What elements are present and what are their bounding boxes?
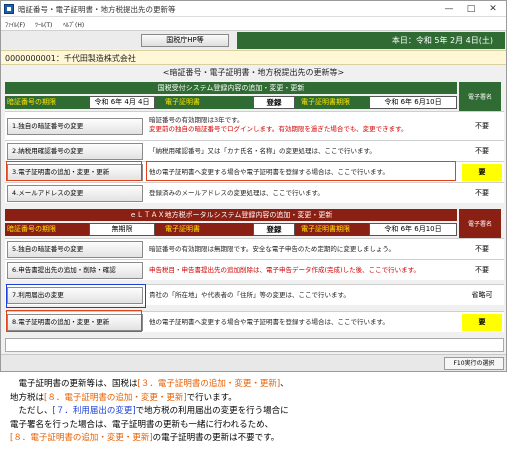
local-pin-value: 無期限 <box>89 223 155 236</box>
row-4-sign: 不要 <box>475 189 489 197</box>
row-7-sign: 省略可 <box>471 291 493 299</box>
local-cert-status: 登録 <box>253 223 295 236</box>
national-row-3: 3.電子証明書の追加・変更・更新 他の電子証明書へ変更する場合や電子証明書を登録… <box>5 161 504 182</box>
local-row-8: 8.電子証明書の追加・変更・更新 他の電子証明書へ変更する場合や電子証明書を登録… <box>5 311 504 332</box>
window-controls: — □ ✕ <box>438 2 504 16</box>
company-bar: 0000000001：千代田製造株式会社 <box>1 50 506 65</box>
row-5-description: 暗証番号の有効期限は無期限です。安全な電子申告のため定期的に変更しましょう。 <box>149 245 395 253</box>
menu-file[interactable]: ﾌｧｲﾙ(F) <box>5 20 25 29</box>
title-bar: 暗証番号・電子証明書・地方税提出先の更新等 — □ ✕ <box>1 1 506 17</box>
local-row-6: 6.申告書提出先の追加・削除・確認 申告税目・申告書提出先の追加削除は、電子申告… <box>5 259 504 280</box>
row-6-sign: 不要 <box>475 266 489 274</box>
local-sign-header: 電子署名 <box>459 209 501 238</box>
national-cert-period-label: 電子証明書期限 <box>301 98 350 106</box>
status-bar: F10実行の選択 <box>1 354 506 371</box>
change-local-pin-button[interactable]: 5.独自の暗証番号の変更 <box>7 241 143 258</box>
nta-hp-button[interactable]: 国税庁HP等 <box>141 34 229 47</box>
row-8-sign: 要 <box>462 314 502 331</box>
command-input[interactable] <box>5 338 504 352</box>
app-icon <box>4 4 14 14</box>
row-8-description: 他の電子証明書へ変更する場合や電子証明書を登録する場合は、ここで行います。 <box>149 318 389 326</box>
close-icon[interactable]: ✕ <box>482 2 504 16</box>
change-tax-id-button[interactable]: 2.納税用確認番号の変更 <box>7 143 143 160</box>
submission-destination-button[interactable]: 6.申告書提出先の追加・削除・確認 <box>7 262 143 279</box>
application-window: 暗証番号・電子証明書・地方税提出先の更新等 — □ ✕ ﾌｧｲﾙ(F) ﾂｰﾙ(… <box>0 0 507 372</box>
explanation-notes: 電子証明書の更新等は、国税は[３．電子証明書の追加・変更・更新]、 地方税は[８… <box>10 379 289 443</box>
change-own-pin-button[interactable]: 1.独自の暗証番号の変更 <box>7 118 143 135</box>
row-1-sign: 不要 <box>475 122 489 130</box>
row-3-sign: 要 <box>462 164 502 181</box>
menu-tools[interactable]: ﾂｰﾙ(T) <box>35 20 52 29</box>
national-cert-status: 登録 <box>253 96 295 109</box>
row-1-description: 暗証番号の有効期限は3年です。 変更前の独自の暗証番号でログインします。有効期限… <box>149 116 408 133</box>
local-cert-period-label: 電子証明書期限 <box>301 225 350 233</box>
local-row-5: 5.独自の暗証番号の変更 暗証番号の有効期限は無期限です。安全な電子申告のため定… <box>5 238 504 259</box>
f10-select-button[interactable]: F10実行の選択 <box>444 357 504 370</box>
national-period-row: 暗証番号の期限 令和 6年 4月 4日 電子証明書 登録 電子証明書期限 令和 … <box>5 96 457 109</box>
menu-bar: ﾌｧｲﾙ(F) ﾂｰﾙ(T) ﾍﾙﾌﾟ(H) <box>1 17 506 31</box>
national-cert-period-value: 令和 6年 6月10日 <box>369 96 457 109</box>
national-pin-label: 暗証番号の期限 <box>7 98 56 106</box>
local-cert-update-button[interactable]: 8.電子証明書の追加・変更・更新 <box>7 314 143 331</box>
local-period-row: 暗証番号の期限 無期限 電子証明書 登録 電子証明書期限 令和 6年 6月10日 <box>5 223 457 236</box>
row-6-description: 申告税目・申告書提出先の追加削除は、電子申告データ作成(完成)した後、ここで行い… <box>149 266 420 274</box>
change-email-button[interactable]: 4.メールアドレスの変更 <box>7 185 143 202</box>
row-3-description: 他の電子証明書へ変更する場合や電子証明書を登録する場合は、ここで行います。 <box>149 168 389 176</box>
today-date: 本日：令和 5年 2月 4日(土) <box>237 32 505 49</box>
minimize-icon[interactable]: — <box>438 2 460 16</box>
row-5-sign: 不要 <box>475 245 489 253</box>
national-pin-value: 令和 6年 4月 4日 <box>89 96 155 109</box>
row-2-sign: 不要 <box>475 147 489 155</box>
change-usage-notification-button[interactable]: 7.利用届出の変更 <box>7 287 143 304</box>
menu-help[interactable]: ﾍﾙﾌﾟ(H) <box>63 20 84 29</box>
local-cert-label: 電子証明書 <box>165 225 200 233</box>
maximize-icon[interactable]: □ <box>460 2 482 16</box>
national-row-2: 2.納税用確認番号の変更 「納税用確認番号」又は「カナ氏名・名称」の変更処理は、… <box>5 140 504 161</box>
row-4-description: 登録済みのメールアドレスの変更処理は、ここで行います。 <box>149 189 324 197</box>
page-heading: <暗証番号・電子証明書・地方税提出先の更新等> <box>162 68 345 77</box>
national-row-4: 4.メールアドレスの変更 登録済みのメールアドレスの変更処理は、ここで行います。… <box>5 182 504 203</box>
local-cert-period-value: 令和 6年 6月10日 <box>369 223 457 236</box>
row-7-description: 貴社の「所在地」や代表者の「住所」等の変更は、ここで行います。 <box>149 291 350 299</box>
national-sign-header: 電子署名 <box>459 82 501 111</box>
national-section-title: 国税受付システム登録内容の追加・変更・更新 <box>5 82 457 94</box>
national-row-1: 1.独自の暗証番号の変更 暗証番号の有効期限は3年です。 変更前の独自の暗証番号… <box>5 111 504 140</box>
national-cert-update-button[interactable]: 3.電子証明書の追加・変更・更新 <box>7 164 143 181</box>
local-section-title: ｅＬＴＡＸ地方税ポータルシステム登録内容の追加・変更・更新 <box>5 209 457 221</box>
window-title: 暗証番号・電子証明書・地方税提出先の更新等 <box>18 5 176 14</box>
company-name: 0000000001：千代田製造株式会社 <box>5 54 136 63</box>
row-2-description: 「納税用確認番号」又は「カナ氏名・名称」の変更処理は、ここで行います。 <box>149 147 376 155</box>
local-pin-label: 暗証番号の期限 <box>7 225 56 233</box>
local-row-7: 7.利用届出の変更 貴社の「所在地」や代表者の「住所」等の変更は、ここで行います… <box>5 284 504 305</box>
national-cert-label: 電子証明書 <box>165 98 200 106</box>
